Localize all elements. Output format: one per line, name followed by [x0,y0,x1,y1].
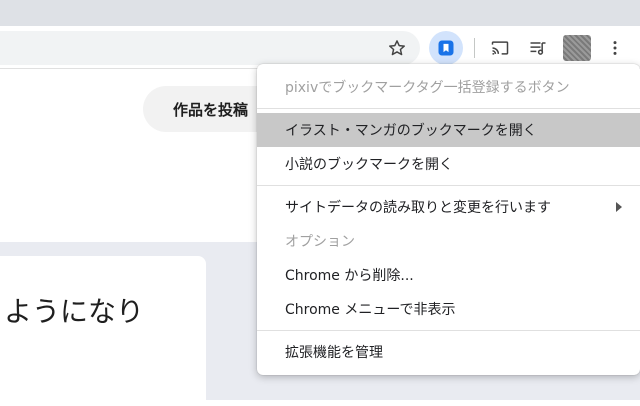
toolbar-separator [474,38,475,58]
menu-item-label: サイトデータの読み取りと変更を行います [285,200,551,216]
address-bar[interactable] [0,31,420,65]
menu-item-label: 小説のブックマークを開く [285,157,453,173]
menu-item-hide-in-menu[interactable]: Chrome メニューで非表示 [257,292,640,326]
extension-context-menu: pixivでブックマークタグ一括登録するボタン イラスト・マンガのブックマークを… [257,64,640,375]
tab-strip [0,0,640,26]
menu-item-label: オプション [285,234,355,250]
bookmark-extension-icon[interactable] [429,31,463,65]
menu-item-label: イラスト・マンガのブックマークを開く [285,123,537,139]
menu-separator [257,185,640,186]
menu-item-label: Chrome メニューで非表示 [285,302,456,318]
menu-item-label: Chrome から削除... [285,268,414,284]
star-icon[interactable] [380,31,414,65]
menu-item-open-illust-bookmarks[interactable]: イラスト・マンガのブックマークを開く [257,113,640,147]
kebab-menu-icon[interactable] [598,31,632,65]
media-queue-icon[interactable] [521,31,555,65]
menu-item-remove-from-chrome[interactable]: Chrome から削除... [257,258,640,292]
menu-item-label: 拡張機能を管理 [285,345,383,361]
content-card [0,256,206,406]
menu-item-options: オプション [257,224,640,258]
menu-extension-name-label: pixivでブックマークタグ一括登録するボタン [285,80,570,96]
post-artwork-label: 作品を投稿 [173,100,249,119]
menu-item-site-data[interactable]: サイトデータの読み取りと変更を行います [257,190,640,224]
submenu-arrow-icon [616,202,622,212]
menu-item-open-novel-bookmarks[interactable]: 小説のブックマークを開く [257,147,640,181]
menu-separator [257,108,640,109]
menu-item-manage-extensions[interactable]: 拡張機能を管理 [257,335,640,369]
card-text: ようになり [4,295,145,328]
menu-separator [257,330,640,331]
avatar[interactable] [563,35,591,61]
cast-icon[interactable] [483,31,517,65]
menu-extension-name: pixivでブックマークタグ一括登録するボタン [257,70,640,104]
